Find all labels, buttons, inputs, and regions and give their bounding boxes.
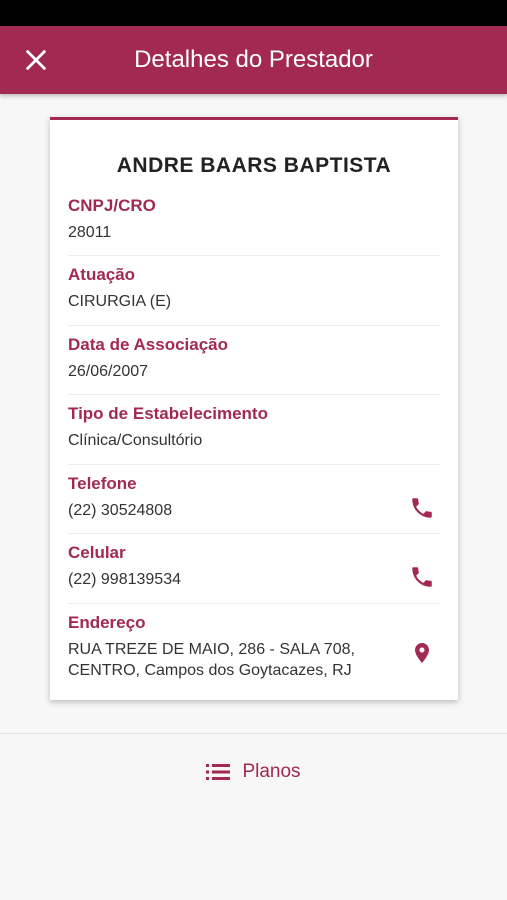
field-value: RUA TREZE DE MAIO, 286 - SALA 708, CENTR…	[68, 641, 355, 679]
provider-details-card: ANDRE BAARS BAPTISTA CNPJ/CRO 28011 Atua…	[50, 117, 458, 700]
divider	[68, 603, 440, 604]
close-button[interactable]	[16, 40, 56, 80]
field-label: CNPJ/CRO	[68, 196, 156, 215]
list-icon	[206, 764, 231, 780]
divider	[0, 733, 507, 734]
field-label: Endereço	[68, 613, 146, 632]
provider-name: ANDRE BAARS BAPTISTA	[116, 154, 392, 177]
address-container: RUA TREZE DE MAIO, 286 - SALA 708, CENTR…	[68, 639, 398, 681]
divider	[68, 464, 440, 465]
field-label: Atuação	[68, 265, 136, 284]
field-label: Telefone	[68, 474, 137, 493]
phone-icon	[412, 567, 432, 587]
divider	[68, 533, 440, 534]
call-telefone-button[interactable]	[404, 490, 440, 526]
field-label: Celular	[68, 543, 126, 562]
divider	[68, 255, 440, 256]
field-value: CIRURGIA (E)	[68, 293, 172, 310]
open-map-button[interactable]	[404, 635, 440, 671]
field-value: (22) 30524808	[68, 502, 173, 519]
planos-button[interactable]: Planos	[0, 752, 507, 792]
location-pin-icon	[415, 643, 429, 663]
field-endereco: Endereço RUA TREZE DE MAIO, 286 - SALA 7…	[68, 613, 440, 683]
field-label: Tipo de Estabelecimento	[68, 404, 268, 423]
field-value: 26/06/2007	[68, 363, 149, 380]
divider	[68, 325, 440, 326]
field-label: Data de Associação	[68, 335, 228, 354]
page-title: Detalhes do Prestador	[134, 46, 373, 73]
planos-label: Planos	[242, 761, 301, 782]
divider	[68, 394, 440, 395]
call-celular-button[interactable]	[404, 559, 440, 595]
field-value: Clínica/Consultório	[68, 432, 203, 449]
status-bar	[0, 0, 507, 26]
field-value: (22) 998139534	[68, 571, 181, 588]
close-icon	[25, 49, 47, 71]
field-value: 28011	[68, 224, 112, 241]
phone-icon	[412, 498, 432, 518]
app-bar: Detalhes do Prestador	[0, 26, 507, 94]
